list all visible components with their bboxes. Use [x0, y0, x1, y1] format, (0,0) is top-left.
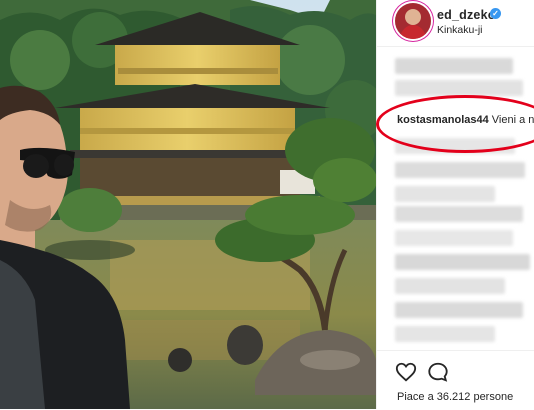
kinkaku-ji-photo [0, 0, 376, 409]
blurred-comment [395, 58, 513, 74]
blurred-comment [395, 230, 513, 246]
location-link[interactable]: Kinkaku-ji [437, 24, 483, 36]
verified-badge-icon: ✓ [490, 8, 501, 19]
likes-count[interactable]: Piace a 36.212 persone [397, 391, 513, 403]
blurred-comment [395, 302, 523, 318]
blurred-comment [395, 80, 523, 96]
blurred-comment [395, 206, 523, 222]
post-photo[interactable] [0, 0, 376, 409]
post-side-panel: ed_dzeko ✓ Kinkaku-ji kostasmanolas44 Vi… [376, 0, 534, 409]
blurred-comment [395, 186, 495, 202]
username-link[interactable]: ed_dzeko [437, 8, 496, 22]
post-header: ed_dzeko ✓ Kinkaku-ji [377, 0, 534, 47]
comment-icon[interactable] [427, 361, 449, 383]
blurred-comment [395, 326, 495, 342]
blurred-comment [395, 162, 525, 178]
blurred-comment [395, 254, 530, 270]
blurred-comment [395, 278, 505, 294]
post-actions: Piace a 36.212 persone [377, 350, 534, 410]
avatar[interactable] [395, 3, 431, 39]
heart-icon[interactable] [395, 361, 417, 383]
